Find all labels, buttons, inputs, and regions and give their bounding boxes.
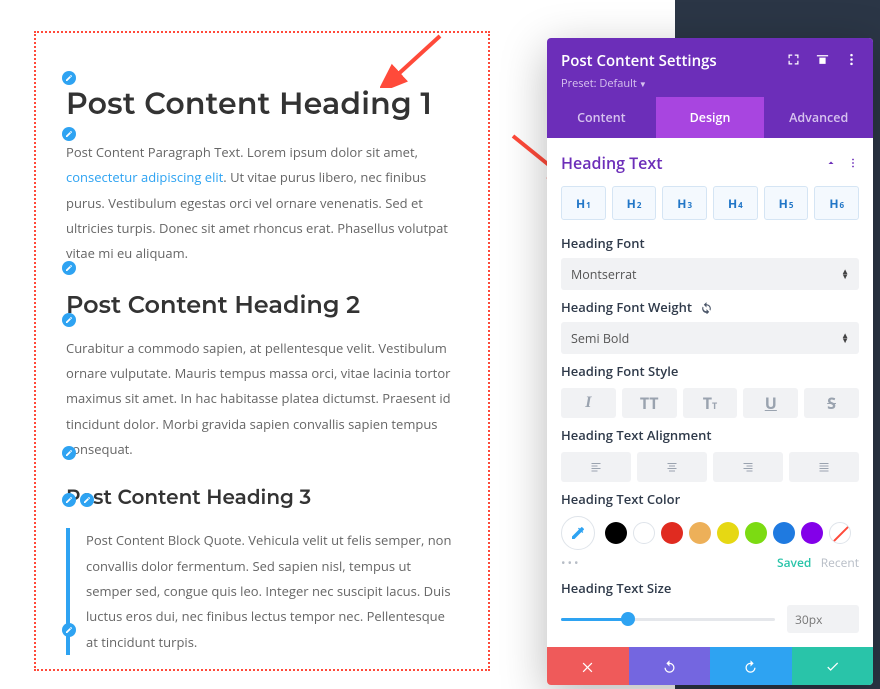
expand-icon[interactable] xyxy=(786,50,801,72)
heading-level-h6[interactable]: H6 xyxy=(814,186,859,220)
recent-palette-tab[interactable]: Recent xyxy=(821,554,859,571)
color-swatch[interactable] xyxy=(717,522,739,544)
edit-dot-icon[interactable] xyxy=(62,493,76,507)
heading-style-label: Heading Font Style xyxy=(561,362,859,380)
heading-size-label: Heading Text Size xyxy=(561,579,859,597)
color-swatch[interactable] xyxy=(633,522,655,544)
select-arrows-icon: ▲▼ xyxy=(841,333,849,343)
post-paragraph-2: Curabitur a commodo sapien, at pellentes… xyxy=(66,336,458,463)
color-swatch[interactable] xyxy=(773,522,795,544)
underline-toggle[interactable]: U xyxy=(743,388,798,418)
heading-level-tabs: H1 H2 H3 H4 H5 H6 xyxy=(561,186,859,220)
chevron-down-icon: ▼ xyxy=(639,79,647,90)
post-content-module[interactable]: Post Content Heading 1 Post Content Para… xyxy=(34,31,490,671)
heading-level-h2[interactable]: H2 xyxy=(612,186,657,220)
heading-font-select[interactable]: Montserrat▲▼ xyxy=(561,258,859,290)
panel-footer xyxy=(547,647,873,685)
color-swatch-none[interactable] xyxy=(829,522,851,544)
settings-tabs: Content Design Advanced xyxy=(547,97,873,138)
smallcaps-toggle[interactable]: TT xyxy=(683,388,738,418)
reset-icon[interactable] xyxy=(700,301,713,314)
save-button[interactable] xyxy=(792,647,874,685)
chevron-up-icon[interactable] xyxy=(825,152,837,174)
tab-content[interactable]: Content xyxy=(547,97,656,138)
edit-dot-icon[interactable] xyxy=(62,71,76,85)
heading-font-label: Heading Font xyxy=(561,234,859,252)
panel-header[interactable]: Post Content Settings Preset: Default▼ xyxy=(547,38,873,97)
heading-level-h5[interactable]: H5 xyxy=(764,186,809,220)
tab-advanced[interactable]: Advanced xyxy=(764,97,873,138)
heading-level-h4[interactable]: H4 xyxy=(713,186,758,220)
heading-align-label: Heading Text Alignment xyxy=(561,426,859,444)
kebab-icon[interactable] xyxy=(844,50,859,72)
heading-size-slider[interactable] xyxy=(561,609,775,629)
heading-weight-label: Heading Font Weight xyxy=(561,298,859,316)
panel-title: Post Content Settings xyxy=(561,51,717,71)
edit-dot-icon[interactable] xyxy=(80,493,94,507)
color-swatch[interactable] xyxy=(605,522,627,544)
align-left-button[interactable] xyxy=(561,452,631,482)
post-heading-3: Post Content Heading 3 xyxy=(66,486,458,510)
strike-toggle[interactable]: S xyxy=(804,388,859,418)
post-heading-2: Post Content Heading 2 xyxy=(66,291,458,320)
heading-level-h1[interactable]: H1 xyxy=(561,186,606,220)
post-paragraph-1: Post Content Paragraph Text. Lorem ipsum… xyxy=(66,140,458,267)
edit-dot-icon[interactable] xyxy=(62,127,76,141)
cancel-button[interactable] xyxy=(547,647,629,685)
edit-dot-icon[interactable] xyxy=(62,261,76,275)
align-justify-button[interactable] xyxy=(789,452,859,482)
heading-color-label: Heading Text Color xyxy=(561,490,859,508)
kebab-icon[interactable] xyxy=(847,152,859,174)
slider-knob[interactable] xyxy=(621,612,635,626)
redo-button[interactable] xyxy=(710,647,792,685)
snap-icon[interactable] xyxy=(815,50,830,72)
uppercase-toggle[interactable]: TT xyxy=(622,388,677,418)
edit-dot-icon[interactable] xyxy=(62,623,76,637)
color-swatch[interactable] xyxy=(801,522,823,544)
settings-panel: Post Content Settings Preset: Default▼ C… xyxy=(547,38,873,685)
preset-selector[interactable]: Preset: Default▼ xyxy=(561,76,859,91)
edit-dot-icon[interactable] xyxy=(62,313,76,327)
saved-palette-tab[interactable]: Saved xyxy=(777,554,811,571)
color-swatch[interactable] xyxy=(689,522,711,544)
heading-weight-select[interactable]: Semi Bold▲▼ xyxy=(561,322,859,354)
inline-link[interactable]: consectetur adipiscing elit xyxy=(66,168,223,186)
post-heading-1: Post Content Heading 1 xyxy=(66,85,458,122)
color-swatch[interactable] xyxy=(745,522,767,544)
align-right-button[interactable] xyxy=(713,452,783,482)
color-picker-button[interactable] xyxy=(561,516,595,550)
heading-size-value[interactable]: 30px xyxy=(787,605,859,633)
post-blockquote: Post Content Block Quote. Vehicula velit… xyxy=(66,528,458,655)
italic-toggle[interactable]: I xyxy=(561,388,616,418)
section-title[interactable]: Heading Text xyxy=(561,152,663,174)
heading-level-h3[interactable]: H3 xyxy=(662,186,707,220)
more-colors-button[interactable]: ••• xyxy=(561,554,581,571)
edit-dot-icon[interactable] xyxy=(62,446,76,460)
align-center-button[interactable] xyxy=(637,452,707,482)
color-swatch[interactable] xyxy=(661,522,683,544)
select-arrows-icon: ▲▼ xyxy=(841,269,849,279)
undo-button[interactable] xyxy=(629,647,711,685)
tab-design[interactable]: Design xyxy=(656,97,765,138)
